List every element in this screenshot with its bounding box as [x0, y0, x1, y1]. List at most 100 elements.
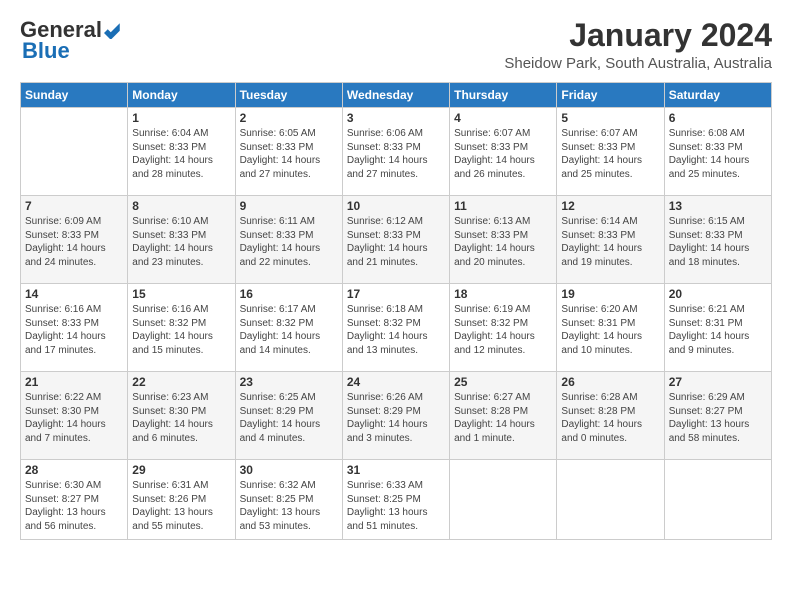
day-info: Sunrise: 6:30 AMSunset: 8:27 PMDaylight:…	[25, 479, 123, 533]
day-info: Sunrise: 6:16 AMSunset: 8:32 PMDaylight:…	[132, 303, 230, 357]
calendar-cell: 26 Sunrise: 6:28 AMSunset: 8:28 PMDayligh…	[557, 372, 664, 460]
calendar-cell: 4 Sunrise: 6:07 AMSunset: 8:33 PMDaylight…	[450, 108, 557, 196]
calendar-cell: 17 Sunrise: 6:18 AMSunset: 8:32 PMDayligh…	[342, 284, 449, 372]
day-number: 4	[454, 111, 552, 125]
day-header-thursday: Thursday	[450, 83, 557, 108]
day-info: Sunrise: 6:32 AMSunset: 8:25 PMDaylight:…	[240, 479, 338, 533]
day-number: 23	[240, 375, 338, 389]
day-header-monday: Monday	[128, 83, 235, 108]
calendar-week-3: 14Sunrise: 6:16 AMSunset: 8:33 PMDayligh…	[21, 284, 772, 372]
day-info: Sunrise: 6:33 AMSunset: 8:25 PMDaylight:…	[347, 479, 445, 533]
day-info: Sunrise: 6:13 AMSunset: 8:33 PMDaylight:…	[454, 215, 552, 269]
day-number: 2	[240, 111, 338, 125]
calendar-week-5: 28Sunrise: 6:30 AMSunset: 8:27 PMDayligh…	[21, 460, 772, 540]
day-info: Sunrise: 6:26 AMSunset: 8:29 PMDaylight:…	[347, 391, 445, 445]
day-header-tuesday: Tuesday	[235, 83, 342, 108]
calendar-header-row: SundayMondayTuesdayWednesdayThursdayFrid…	[21, 83, 772, 108]
day-number: 22	[132, 375, 230, 389]
calendar-cell	[557, 460, 664, 540]
day-number: 1	[132, 111, 230, 125]
day-header-saturday: Saturday	[664, 83, 771, 108]
day-info: Sunrise: 6:29 AMSunset: 8:27 PMDaylight:…	[669, 391, 767, 445]
calendar-cell	[450, 460, 557, 540]
calendar-cell: 27 Sunrise: 6:29 AMSunset: 8:27 PMDayligh…	[664, 372, 771, 460]
calendar-cell: 31 Sunrise: 6:33 AMSunset: 8:25 PMDayligh…	[342, 460, 449, 540]
calendar-cell: 28Sunrise: 6:30 AMSunset: 8:27 PMDayligh…	[21, 460, 128, 540]
day-number: 24	[347, 375, 445, 389]
calendar-table: SundayMondayTuesdayWednesdayThursdayFrid…	[20, 82, 772, 540]
day-number: 11	[454, 199, 552, 213]
day-header-friday: Friday	[557, 83, 664, 108]
day-info: Sunrise: 6:17 AMSunset: 8:32 PMDaylight:…	[240, 303, 338, 357]
calendar-cell: 29 Sunrise: 6:31 AMSunset: 8:26 PMDayligh…	[128, 460, 235, 540]
day-info: Sunrise: 6:18 AMSunset: 8:32 PMDaylight:…	[347, 303, 445, 357]
day-info: Sunrise: 6:06 AMSunset: 8:33 PMDaylight:…	[347, 127, 445, 181]
day-info: Sunrise: 6:05 AMSunset: 8:33 PMDaylight:…	[240, 127, 338, 181]
calendar-cell: 30 Sunrise: 6:32 AMSunset: 8:25 PMDayligh…	[235, 460, 342, 540]
calendar-cell: 18Sunrise: 6:19 AMSunset: 8:32 PMDayligh…	[450, 284, 557, 372]
day-number: 10	[347, 199, 445, 213]
day-info: Sunrise: 6:07 AMSunset: 8:33 PMDaylight:…	[561, 127, 659, 181]
day-info: Sunrise: 6:04 AMSunset: 8:33 PMDaylight:…	[132, 127, 230, 181]
day-number: 9	[240, 199, 338, 213]
title-block: January 2024 Sheidow Park, South Austral…	[504, 18, 772, 72]
calendar-cell: 9 Sunrise: 6:11 AMSunset: 8:33 PMDaylight…	[235, 196, 342, 284]
day-number: 31	[347, 463, 445, 477]
logo-blue-text: Blue	[20, 38, 70, 64]
calendar-cell: 10 Sunrise: 6:12 AMSunset: 8:33 PMDayligh…	[342, 196, 449, 284]
day-number: 6	[669, 111, 767, 125]
calendar-cell: 7Sunrise: 6:09 AMSunset: 8:33 PMDaylight…	[21, 196, 128, 284]
calendar-cell: 16 Sunrise: 6:17 AMSunset: 8:32 PMDayligh…	[235, 284, 342, 372]
calendar-cell: 2 Sunrise: 6:05 AMSunset: 8:33 PMDaylight…	[235, 108, 342, 196]
day-number: 21	[25, 375, 123, 389]
day-info: Sunrise: 6:20 AMSunset: 8:31 PMDaylight:…	[561, 303, 659, 357]
day-info: Sunrise: 6:19 AMSunset: 8:32 PMDaylight:…	[454, 303, 552, 357]
calendar-cell: 15 Sunrise: 6:16 AMSunset: 8:32 PMDayligh…	[128, 284, 235, 372]
day-number: 5	[561, 111, 659, 125]
day-info: Sunrise: 6:10 AMSunset: 8:33 PMDaylight:…	[132, 215, 230, 269]
calendar-cell: 23Sunrise: 6:25 AMSunset: 8:29 PMDayligh…	[235, 372, 342, 460]
logo: General Blue	[20, 18, 122, 64]
day-info: Sunrise: 6:12 AMSunset: 8:33 PMDaylight:…	[347, 215, 445, 269]
calendar-cell: 21 Sunrise: 6:22 AMSunset: 8:30 PMDayligh…	[21, 372, 128, 460]
day-info: Sunrise: 6:21 AMSunset: 8:31 PMDaylight:…	[669, 303, 767, 357]
day-info: Sunrise: 6:23 AMSunset: 8:30 PMDaylight:…	[132, 391, 230, 445]
day-number: 29	[132, 463, 230, 477]
day-info: Sunrise: 6:28 AMSunset: 8:28 PMDaylight:…	[561, 391, 659, 445]
day-number: 17	[347, 287, 445, 301]
day-number: 26	[561, 375, 659, 389]
day-info: Sunrise: 6:11 AMSunset: 8:33 PMDaylight:…	[240, 215, 338, 269]
day-header-sunday: Sunday	[21, 83, 128, 108]
day-info: Sunrise: 6:31 AMSunset: 8:26 PMDaylight:…	[132, 479, 230, 533]
calendar-cell: 11 Sunrise: 6:13 AMSunset: 8:33 PMDayligh…	[450, 196, 557, 284]
calendar-cell: 5 Sunrise: 6:07 AMSunset: 8:33 PMDaylight…	[557, 108, 664, 196]
calendar-cell: 8 Sunrise: 6:10 AMSunset: 8:33 PMDaylight…	[128, 196, 235, 284]
day-info: Sunrise: 6:22 AMSunset: 8:30 PMDaylight:…	[25, 391, 123, 445]
day-number: 16	[240, 287, 338, 301]
day-info: Sunrise: 6:14 AMSunset: 8:33 PMDaylight:…	[561, 215, 659, 269]
day-header-wednesday: Wednesday	[342, 83, 449, 108]
calendar-cell: 24 Sunrise: 6:26 AMSunset: 8:29 PMDayligh…	[342, 372, 449, 460]
month-title: January 2024	[504, 18, 772, 53]
calendar-cell: 20 Sunrise: 6:21 AMSunset: 8:31 PMDayligh…	[664, 284, 771, 372]
calendar-cell	[664, 460, 771, 540]
calendar-cell: 25Sunrise: 6:27 AMSunset: 8:28 PMDayligh…	[450, 372, 557, 460]
day-info: Sunrise: 6:09 AMSunset: 8:33 PMDaylight:…	[25, 215, 123, 269]
day-number: 27	[669, 375, 767, 389]
day-number: 30	[240, 463, 338, 477]
day-number: 3	[347, 111, 445, 125]
day-number: 8	[132, 199, 230, 213]
day-number: 14	[25, 287, 123, 301]
logo-bird-icon	[104, 21, 122, 39]
calendar-cell: 19Sunrise: 6:20 AMSunset: 8:31 PMDayligh…	[557, 284, 664, 372]
calendar-cell: 1 Sunrise: 6:04 AMSunset: 8:33 PMDaylight…	[128, 108, 235, 196]
calendar-cell: 12 Sunrise: 6:14 AMSunset: 8:33 PMDayligh…	[557, 196, 664, 284]
day-info: Sunrise: 6:07 AMSunset: 8:33 PMDaylight:…	[454, 127, 552, 181]
day-number: 25	[454, 375, 552, 389]
day-number: 20	[669, 287, 767, 301]
day-number: 15	[132, 287, 230, 301]
day-number: 12	[561, 199, 659, 213]
calendar-week-1: 1 Sunrise: 6:04 AMSunset: 8:33 PMDaylight…	[21, 108, 772, 196]
page: General Blue January 2024 Sheidow Park, …	[0, 0, 792, 550]
calendar-cell: 3 Sunrise: 6:06 AMSunset: 8:33 PMDaylight…	[342, 108, 449, 196]
